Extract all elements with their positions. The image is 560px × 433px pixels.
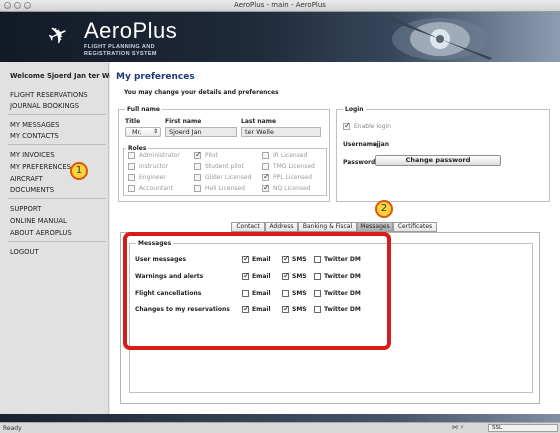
username-label: Username [343,141,378,148]
title-label: Title [125,118,141,125]
first-name-label: First name [165,118,202,125]
role-checkbox[interactable] [128,163,135,170]
role-label: Accountant [139,185,174,192]
enable-login-label: Enable login [354,123,391,130]
role-label: Instructor [139,163,169,170]
tab-certificates[interactable]: Certificates [393,222,437,232]
sidebar-item-aircraft[interactable]: AIRCRAFT [10,175,43,183]
title-select-value: Mr. [132,128,142,136]
role-checkbox[interactable] [262,172,270,181]
brand-tagline: FLIGHT PLANNING AND REGISTRATION SYSTEM [84,44,157,57]
role-label: PPL Licensed [273,174,312,181]
role-checkbox[interactable] [194,150,202,159]
role-label: Engineer [139,174,166,181]
role-checkbox[interactable] [194,174,201,181]
sidebar-item-my-invoices[interactable]: MY INVOICES [10,151,55,159]
window-titlebar: AeroPlus - main - AeroPlus [0,0,560,12]
brand-tagline-line-1: FLIGHT PLANNING AND [84,44,155,50]
sidebar-item-logout[interactable]: LOGOUT [10,248,39,256]
full-name-legend: Full name [125,106,162,113]
select-arrows-icon: ⇕ [152,128,158,135]
role-checkbox[interactable] [262,152,269,159]
sidebar-item-documents[interactable]: DOCUMENTS [10,186,54,194]
sidebar-item-about-aeroplus[interactable]: ABOUT AEROPLUS [10,229,72,237]
sidebar-item-my-contacts[interactable]: MY CONTACTS [10,132,59,140]
tab-address[interactable]: Address [265,222,298,232]
full-name-fieldset: Full name Title First name Last name Mr.… [118,106,330,202]
header-banner: ✈ AeroPlus FLIGHT PLANNING AND REGISTRAT… [0,12,560,62]
role-label: TMG Licensed [273,163,315,170]
window-title: AeroPlus - main - AeroPlus [234,1,326,9]
propeller-engine-image [388,16,492,60]
password-label: Password [343,159,376,166]
airplane-logo-icon: ✈ [43,18,74,52]
sidebar-item-flight-reservations[interactable]: FLIGHT RESERVATIONS [10,91,88,99]
role-label: NQ Licensed [273,185,311,192]
brand-name: AeroPlus [84,18,178,43]
role-checkbox[interactable] [262,183,270,192]
role-label: Administrator [139,152,180,159]
page-subtitle: You may change your details and preferen… [124,89,279,96]
brand-tagline-line-2: REGISTRATION SYSTEM [84,50,157,57]
welcome-text: Welcome Sjoerd Jan ter Welle [10,72,124,80]
tab-messages[interactable]: Messages [357,222,393,232]
role-checkbox[interactable] [128,152,135,159]
role-checkbox[interactable] [128,174,135,181]
login-legend: Login [343,106,366,113]
messages-highlight-box [123,232,391,350]
sidebar-divider [8,198,106,199]
callout-badge-1: 1 [70,162,88,180]
role-label: IR Licensed [273,152,308,159]
sidebar-divider [8,144,106,145]
callout-badge-2: 2 [375,200,393,218]
sidebar: Welcome Sjoerd Jan ter Welle FLIGHT RESE… [0,62,123,414]
roles-fieldset: Roles Administrator Pilot IR Licensed Instr… [123,145,327,196]
title-select[interactable]: Mr. ⇕ [125,127,161,137]
role-label: Pilot [205,152,218,159]
page-title: My preferences [116,72,195,82]
role-checkbox[interactable] [262,163,269,170]
sidebar-item-online-manual[interactable]: ONLINE MANUAL [10,217,67,225]
roles-legend: Roles [126,145,149,152]
tab-banking-fiscal[interactable]: Banking & Fiscal [298,222,357,232]
sidebar-divider [8,114,106,115]
role-label: Student pilot [205,163,244,170]
role-checkbox[interactable] [194,163,201,170]
tab-contact[interactable]: Contact [231,222,265,232]
ssl-indicator: SSL [488,424,558,432]
last-name-label: Last name [241,118,277,125]
role-checkbox[interactable] [128,185,135,192]
role-label: Heli Licensed [205,185,245,192]
enable-login-checkbox[interactable] [343,121,351,130]
role-checkbox[interactable] [194,185,201,192]
first-name-field[interactable]: Sjoerd Jan [165,127,237,137]
status-text: Ready [3,425,22,432]
sidebar-item-journal-bookings[interactable]: JOURNAL BOOKINGS [10,102,79,110]
sidebar-item-my-messages[interactable]: MY MESSAGES [10,121,60,129]
role-label: Glider Licensed [205,174,252,181]
sidebar-item-my-preferences[interactable]: MY PREFERENCES [10,163,71,171]
username-value: sjjan [373,141,390,148]
login-fieldset: Login Enable login Username sjjan Passwo… [336,106,550,202]
footer-band [0,414,560,422]
status-plugin-icons: ⋈ ⚡ [452,424,465,431]
change-password-button[interactable]: Change password [375,155,501,166]
sidebar-divider [8,241,106,242]
sidebar-item-support[interactable]: SUPPORT [10,205,41,213]
last-name-field[interactable]: ter Welle [241,127,321,137]
status-bar: Ready ⋈ ⚡ SSL [0,422,560,433]
